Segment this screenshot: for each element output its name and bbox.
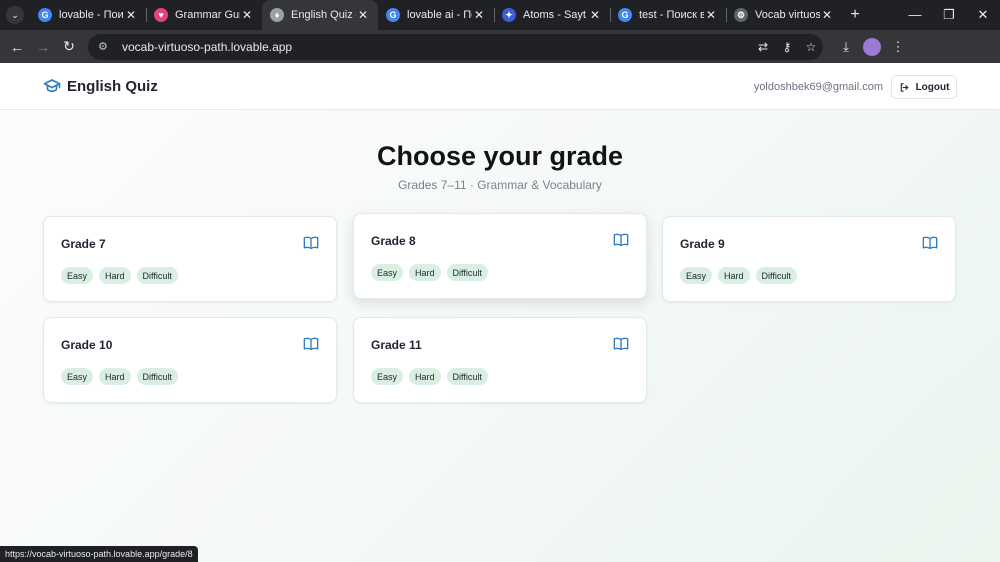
difficulty-badge-easy[interactable]: Easy	[61, 368, 94, 385]
close-icon[interactable]: ✕	[240, 8, 254, 22]
tab-title: lovable ai - Поиск в Google	[407, 9, 472, 21]
difficulty-badge-hard[interactable]: Hard	[409, 368, 441, 385]
book-open-icon	[922, 236, 938, 250]
difficulty-badge-hard[interactable]: Hard	[409, 264, 441, 281]
difficulty-list: Easy Hard Difficult	[61, 368, 184, 385]
book-open-icon	[613, 233, 629, 247]
close-icon[interactable]: ✕	[588, 8, 602, 22]
grade-name: Grade 9	[680, 237, 725, 251]
browser-tab[interactable]: G lovable ai - Поиск в Google ✕	[378, 0, 494, 30]
page-title: Choose your grade	[376, 141, 624, 171]
close-icon[interactable]: ✕	[820, 8, 834, 22]
difficulty-list: Easy Hard Difficult	[680, 267, 803, 284]
close-icon[interactable]: ✕	[704, 8, 718, 22]
difficulty-badge-easy[interactable]: Easy	[371, 368, 404, 385]
grade-card[interactable]: Grade 11 Easy Hard Difficult	[353, 317, 647, 403]
tab-search-button[interactable]: ⌄	[6, 6, 24, 24]
close-icon[interactable]: ✕	[356, 8, 370, 22]
profile-avatar[interactable]	[863, 37, 881, 56]
close-window-icon[interactable]: ✕	[966, 7, 1000, 23]
browser-tabstrip: ⌄ G lovable - Поиск в Google ✕ ♥ Grammar…	[0, 0, 1000, 30]
tab-title: lovable - Поиск в Google	[59, 9, 124, 21]
status-bar-url: https://vocab-virtuoso-path.lovable.app/…	[0, 546, 198, 562]
tab-title: English Quiz — Grades	[291, 9, 356, 21]
tab-title: Atoms - Sayt yaratish	[523, 9, 588, 21]
grade-name: Grade 10	[61, 338, 113, 352]
reload-icon[interactable]: ↻	[56, 38, 82, 55]
grade-card[interactable]: Grade 10 Easy Hard Difficult	[43, 317, 337, 403]
atoms-icon: ✦	[502, 8, 516, 22]
graduation-cap-icon	[43, 79, 61, 93]
difficulty-badge-difficult[interactable]: Difficult	[446, 368, 488, 385]
app-header: English Quiz yoldoshbek69@gmail.com Logo…	[0, 63, 1000, 110]
browser-tab[interactable]: ✦ Atoms - Sayt yaratish ✕	[494, 0, 610, 30]
site-icon: ♦	[270, 8, 284, 22]
difficulty-badge-difficult[interactable]: Difficult	[755, 267, 797, 284]
browser-tab[interactable]: G test - Поиск в Google ✕	[610, 0, 726, 30]
browser-toolbar: ← → ↻ ⚙ vocab-virtuoso-path.lovable.app …	[0, 30, 1000, 63]
book-open-icon	[303, 337, 319, 351]
difficulty-badge-difficult[interactable]: Difficult	[136, 267, 178, 284]
address-bar[interactable]: ⚙ vocab-virtuoso-path.lovable.app ⇄ ⚷ ☆	[88, 33, 823, 60]
difficulty-badge-difficult[interactable]: Difficult	[136, 368, 178, 385]
difficulty-badge-easy[interactable]: Easy	[371, 264, 404, 281]
browser-tab-active[interactable]: ♦ English Quiz — Grades ✕	[262, 0, 378, 30]
page: English Quiz yoldoshbek69@gmail.com Logo…	[0, 63, 1000, 562]
logout-icon	[900, 82, 908, 92]
difficulty-badge-hard[interactable]: Hard	[718, 267, 750, 284]
grade-name: Grade 11	[371, 338, 422, 352]
google-icon: G	[38, 8, 52, 22]
tab-title: Vocab virtuoso path	[755, 9, 820, 21]
book-open-icon	[613, 337, 629, 351]
difficulty-badge-easy[interactable]: Easy	[680, 267, 713, 284]
browser-tab[interactable]: G lovable - Поиск в Google ✕	[30, 0, 146, 30]
grade-card[interactable]: Grade 7 Easy Hard Difficult	[43, 216, 337, 302]
site-icon: ⚙	[734, 8, 748, 22]
page-subtitle: Grades 7–11 · Grammar & Vocabulary	[398, 178, 602, 192]
tab-title: Grammar Guru	[175, 9, 240, 21]
difficulty-badge-easy[interactable]: Easy	[61, 267, 94, 284]
forward-icon[interactable]: →	[30, 39, 56, 55]
menu-icon[interactable]: ⋮	[885, 39, 911, 55]
site-info-icon[interactable]: ⚙	[98, 40, 114, 53]
difficulty-badge-hard[interactable]: Hard	[99, 368, 131, 385]
brand[interactable]: English Quiz	[43, 77, 158, 95]
window-controls: — ❐ ✕	[898, 7, 1000, 23]
grade-name: Grade 8	[371, 234, 416, 248]
tab-title: test - Поиск в Google	[639, 9, 704, 21]
download-icon[interactable]: ⤓	[833, 39, 859, 55]
password-key-icon[interactable]: ⚷	[775, 40, 799, 54]
address-url: vocab-virtuoso-path.lovable.app	[122, 39, 293, 54]
difficulty-list: Easy Hard Difficult	[371, 368, 494, 385]
grammar-guru-icon: ♥	[154, 8, 168, 22]
translate-icon[interactable]: ⇄	[751, 40, 775, 54]
restore-icon[interactable]: ❐	[932, 7, 966, 23]
difficulty-badge-hard[interactable]: Hard	[99, 267, 131, 284]
grade-card[interactable]: Grade 9 Easy Hard Difficult	[662, 216, 956, 302]
browser-tab[interactable]: ⚙ Vocab virtuoso path ✕	[726, 0, 842, 30]
user-email: yoldoshbek69@gmail.com	[753, 81, 883, 93]
minimize-icon[interactable]: —	[898, 7, 932, 23]
back-icon[interactable]: ←	[4, 39, 30, 55]
new-tab-icon[interactable]: +	[842, 6, 868, 24]
google-icon: G	[386, 8, 400, 22]
difficulty-list: Easy Hard Difficult	[371, 264, 494, 281]
brand-title: English Quiz	[67, 77, 158, 95]
close-icon[interactable]: ✕	[472, 8, 486, 22]
grade-card[interactable]: Grade 8 Easy Hard Difficult	[353, 213, 647, 299]
grade-name: Grade 7	[61, 237, 106, 251]
browser-tab[interactable]: ♥ Grammar Guru ✕	[146, 0, 262, 30]
bookmark-star-icon[interactable]: ☆	[799, 40, 823, 54]
book-open-icon	[303, 236, 319, 250]
logout-label: Logout	[915, 81, 950, 93]
close-icon[interactable]: ✕	[124, 8, 138, 22]
logout-button[interactable]: Logout	[891, 75, 957, 99]
google-icon: G	[618, 8, 632, 22]
difficulty-list: Easy Hard Difficult	[61, 267, 184, 284]
difficulty-badge-difficult[interactable]: Difficult	[446, 264, 488, 281]
